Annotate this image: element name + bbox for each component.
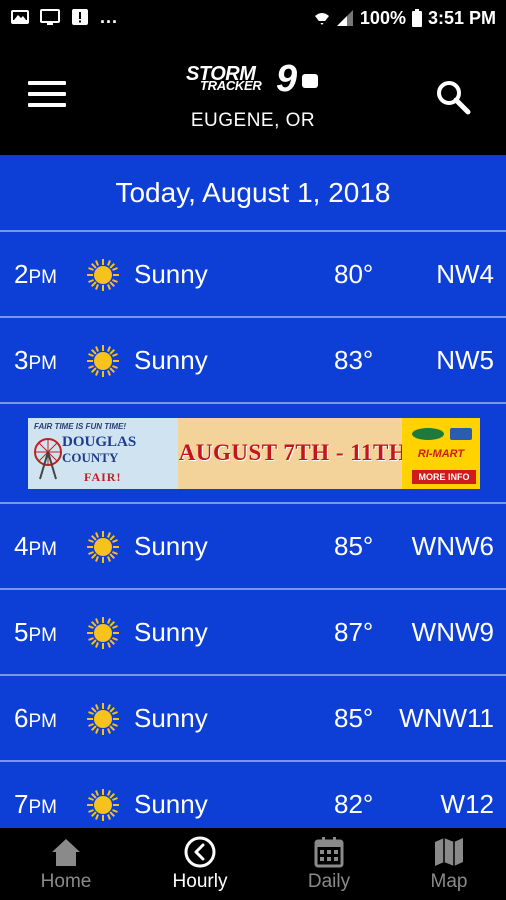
location-label: EUGENE, OR: [190, 110, 316, 131]
bottom-nav: Home Hourly Daily Map: [0, 828, 506, 900]
fair-ad-banner[interactable]: FAIR TIME IS FUN TIME! DOUGLAS COUNTY FA…: [28, 418, 480, 489]
clock-back-icon: [184, 836, 216, 868]
wind: W12: [440, 789, 494, 819]
condition-label: Sunny: [134, 531, 208, 561]
nav-daily-label: Daily: [307, 871, 351, 892]
storm-tracker-logo: STORM TRACKER 9: [186, 60, 320, 100]
hour-row: 2PM Sunny 80° NW4: [0, 232, 506, 318]
sunny-icon: [87, 259, 119, 291]
hour-time: 4PM: [14, 531, 57, 561]
hour-row: 4PM Sunny 85° WNW6: [0, 504, 506, 590]
map-icon: [435, 838, 463, 866]
nav-hourly[interactable]: Hourly: [137, 828, 263, 900]
sunny-icon: [87, 345, 119, 377]
hour-time: 2PM: [14, 259, 57, 289]
clock: 3:51 PM: [427, 8, 496, 28]
condition-label: Sunny: [134, 703, 208, 733]
more-notifications: ...: [100, 7, 119, 27]
wifi-icon: [314, 13, 329, 25]
condition-label: Sunny: [134, 259, 208, 289]
hour-time: 5PM: [14, 617, 57, 647]
hourly-forecast[interactable]: Today, August 1, 2018 2PM Sunny 80° NW4 …: [0, 155, 506, 828]
app-header: STORM TRACKER 9 EUGENE, OR: [0, 38, 506, 155]
wind: WNW9: [411, 617, 494, 647]
hamburger-menu-icon[interactable]: [28, 81, 66, 111]
battery-icon: [411, 9, 422, 27]
hour-time: 3PM: [14, 345, 57, 375]
sunny-icon: [87, 789, 119, 821]
hour-time: 6PM: [14, 703, 57, 733]
battery-percent: 100%: [359, 8, 406, 28]
hour-row: 6PM Sunny 85° WNW11: [0, 676, 506, 762]
ad-dates: AUGUST 7TH - 11TH: [178, 418, 408, 489]
hour-row: 5PM Sunny 87° WNW9: [0, 590, 506, 676]
ferris-wheel-icon: [34, 438, 62, 480]
sponsor-logo-icon: [412, 428, 472, 440]
ad-sponsor: RI-MART MORE INFO: [402, 418, 480, 489]
wind: NW4: [436, 259, 494, 289]
nav-hourly-label: Hourly: [172, 871, 228, 892]
date-heading: Today, August 1, 2018: [0, 155, 506, 232]
sunny-icon: [87, 531, 119, 563]
more-info-button[interactable]: MORE INFO: [412, 470, 476, 484]
cast-screen-icon: [40, 9, 60, 25]
abc-badge: [302, 74, 318, 88]
wind: WNW6: [411, 531, 494, 561]
notification-icons: ...: [10, 8, 118, 26]
nav-map[interactable]: Map: [386, 828, 506, 900]
wind: NW5: [436, 345, 494, 375]
status-bar: ... 100% 3:51 PM: [0, 0, 506, 38]
wind: WNW11: [399, 703, 494, 733]
temperature: 85°: [334, 531, 374, 561]
condition-label: Sunny: [134, 345, 208, 375]
ad-fair-logo: FAIR TIME IS FUN TIME! DOUGLAS COUNTY FA…: [28, 418, 178, 489]
temperature: 85°: [334, 703, 374, 733]
sunny-icon: [87, 703, 119, 735]
photo-icon: [11, 10, 29, 24]
system-status: 100% 3:51 PM: [314, 7, 496, 29]
ad-row: FAIR TIME IS FUN TIME! DOUGLAS COUNTY FA…: [0, 404, 506, 504]
nav-map-label: Map: [430, 871, 468, 892]
search-icon[interactable]: [434, 78, 472, 116]
alert-icon: [72, 9, 88, 25]
condition-label: Sunny: [134, 617, 208, 647]
signal-icon: [336, 10, 353, 26]
nav-daily[interactable]: Daily: [266, 828, 392, 900]
temperature: 82°: [334, 789, 374, 819]
hour-row: 3PM Sunny 83° NW5: [0, 318, 506, 404]
temperature: 87°: [334, 617, 374, 647]
sunny-icon: [87, 617, 119, 649]
hour-time: 7PM: [14, 789, 57, 819]
temperature: 83°: [334, 345, 374, 375]
condition-label: Sunny: [134, 789, 208, 819]
home-icon: [52, 839, 80, 866]
nav-home[interactable]: Home: [3, 828, 129, 900]
calendar-icon: [314, 837, 344, 868]
hour-row: 7PM Sunny 82° W12: [0, 762, 506, 828]
nav-home-label: Home: [40, 871, 92, 892]
temperature: 80°: [334, 259, 374, 289]
